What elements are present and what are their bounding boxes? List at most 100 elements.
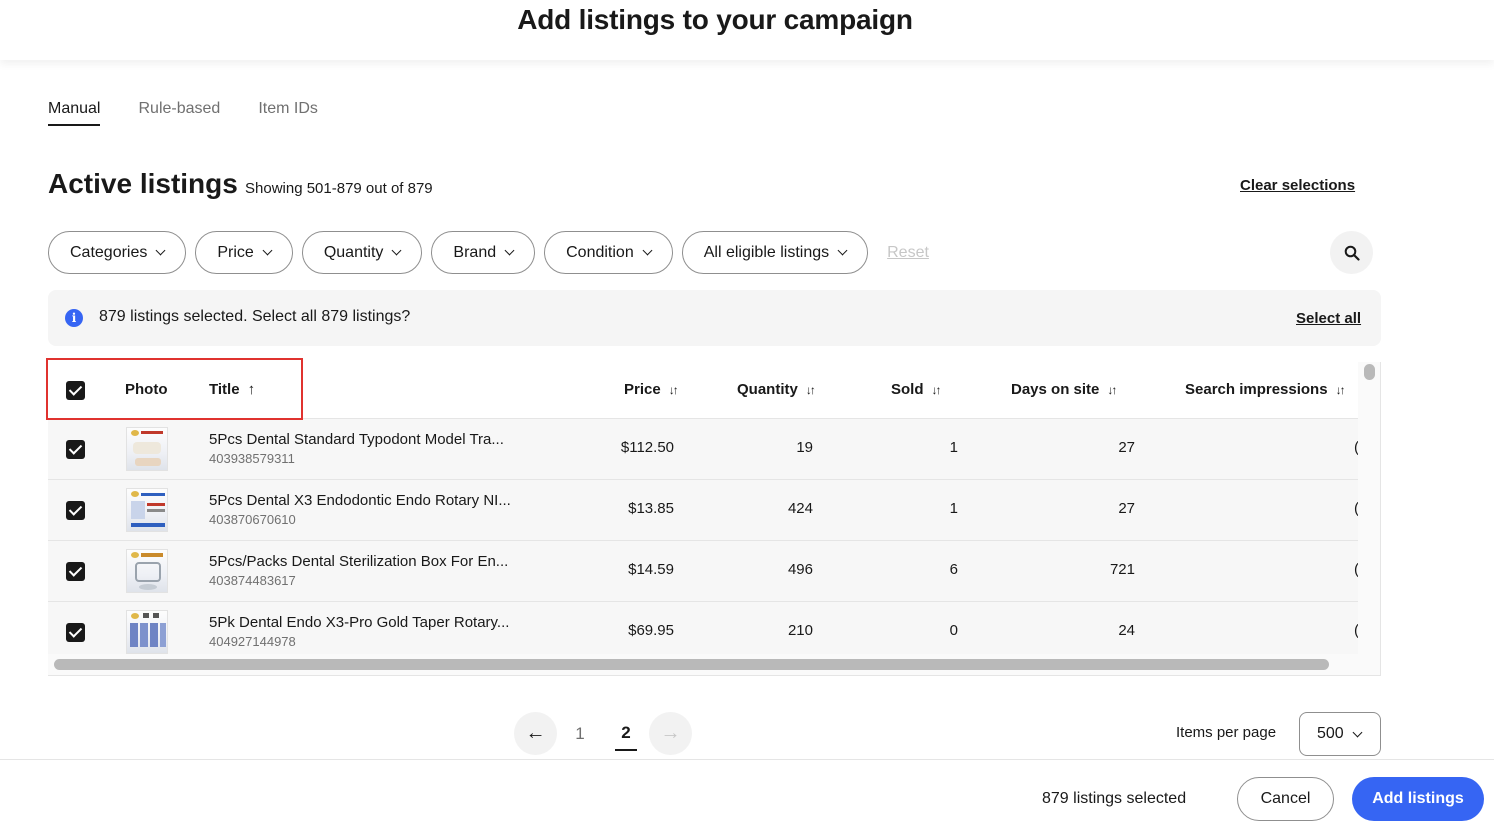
column-photo: Photo [125,381,168,398]
sort-icon: ↓↑ [931,382,942,397]
brand-filter[interactable]: Brand [431,231,536,274]
column-sold-label: Sold [891,381,924,398]
horizontal-scrollbar[interactable] [48,654,1358,675]
listing-title[interactable]: 5Pcs/Packs Dental Sterilization Box For … [209,553,508,570]
listing-days-on-site: 24 [1118,622,1135,639]
info-icon: i [65,309,83,327]
table-header: Photo Title ↑ Price ↓↑ Quantity ↓↑ Sold … [48,362,1358,419]
listing-price: $14.59 [628,561,674,578]
listing-title[interactable]: 5Pk Dental Endo X3-Pro Gold Taper Rotary… [209,614,509,631]
column-title-label: Title [209,381,240,398]
sort-icon: ↓↑ [1335,382,1346,397]
footer-bar: 879 listings selected Cancel Add listing… [0,759,1494,822]
listing-photo [126,488,168,532]
listing-quantity: 19 [796,439,813,456]
selected-count: 879 listings selected [1042,790,1187,807]
row-checkbox[interactable] [66,501,85,520]
horizontal-scrollbar-thumb[interactable] [54,659,1329,670]
column-title[interactable]: Title ↑ [209,381,255,398]
table-row[interactable]: 5Pcs Dental Standard Typodont Model Tra.… [48,419,1359,480]
eligibility-filter[interactable]: All eligible listings [681,231,869,274]
tab-item-ids[interactable]: Item IDs [258,100,318,126]
filter-bar: Categories Price Quantity Brand Conditio… [48,231,929,274]
price-filter[interactable]: Price [195,231,293,274]
items-per-page-select[interactable]: 500 [1299,712,1381,756]
column-price-label: Price [624,381,661,398]
column-search-impressions-label: Search impressions [1185,381,1328,398]
listing-price: $13.85 [628,500,674,517]
listing-title[interactable]: 5Pcs Dental Standard Typodont Model Tra.… [209,431,504,448]
selection-banner-text: 879 listings selected. Select all 879 li… [99,308,411,325]
listing-quantity: 496 [787,561,813,578]
arrow-right-icon: → [660,722,681,744]
column-quantity[interactable]: Quantity ↓↑ [737,381,816,398]
chevron-down-icon [642,245,653,256]
column-price[interactable]: Price ↓↑ [624,381,679,398]
listing-item-id: 403938579311 [209,451,295,466]
listing-photo [126,549,168,593]
quantity-filter-label: Quantity [323,243,384,261]
sort-icon: ↓↑ [668,382,679,397]
selection-banner: i 879 listings selected. Select all 879 … [48,290,1381,346]
reset-link[interactable]: Reset [887,244,929,262]
table-row[interactable]: 5Pcs/Packs Dental Sterilization Box For … [48,541,1359,602]
column-search-impressions[interactable]: Search impressions ↓↑ [1185,381,1346,398]
select-all-link[interactable]: Select all [1296,310,1361,327]
tab-manual[interactable]: Manual [48,100,101,126]
quantity-filter[interactable]: Quantity [301,231,423,274]
categories-filter-label: Categories [70,243,148,261]
tab-rule-based[interactable]: Rule-based [138,100,220,126]
row-checkbox[interactable] [66,623,85,642]
arrow-up-icon: ↑ [247,381,256,398]
listing-sold: 1 [949,500,958,517]
next-page-button[interactable]: → [649,712,692,755]
add-listings-button[interactable]: Add listings [1352,777,1484,821]
items-per-page-label: Items per page [1176,724,1277,741]
listings-table: Photo Title ↑ Price ↓↑ Quantity ↓↑ Sold … [48,362,1381,676]
listing-sold: 6 [949,561,958,578]
previous-page-button[interactable]: ← [514,712,557,755]
page-title: Add listings to your campaign [517,4,913,35]
eligibility-filter-label: All eligible listings [703,243,830,261]
vertical-scrollbar-thumb[interactable] [1364,364,1375,380]
clear-selections-link[interactable]: Clear selections [1240,177,1355,194]
chevron-down-icon [155,245,166,256]
page-1-link[interactable]: 1 [557,724,603,750]
listing-quantity: 210 [787,622,813,639]
items-per-page-value: 500 [1317,725,1344,742]
table-row[interactable]: 5Pcs Dental X3 Endodontic Endo Rotary NI… [48,480,1359,541]
chevron-down-icon [504,245,515,256]
listing-quantity: 424 [787,500,813,517]
page-2-link[interactable]: 2 [615,723,637,751]
pagination: ← 1 2 → [514,712,692,755]
condition-filter-label: Condition [566,243,634,261]
column-days-on-site-label: Days on site [1011,381,1100,398]
column-sold[interactable]: Sold ↓↑ [891,381,942,398]
cancel-button[interactable]: Cancel [1237,777,1334,821]
section-title: Active listings [48,168,238,199]
listing-sold: 0 [949,622,958,639]
column-photo-label: Photo [125,381,168,398]
vertical-scrollbar[interactable] [1358,362,1380,675]
sort-icon: ↓↑ [1107,382,1117,397]
condition-filter[interactable]: Condition [544,231,673,274]
listing-sold: 1 [949,439,958,456]
column-days-on-site[interactable]: Days on site ↓↑ [1011,381,1117,398]
listing-item-id: 403870670610 [209,512,296,527]
arrow-left-icon: ← [525,722,546,744]
categories-filter[interactable]: Categories [48,231,187,274]
listing-photo [126,610,168,654]
listing-item-id: 403874483617 [209,573,296,588]
showing-count: Showing 501-879 out of 879 [245,180,433,197]
search-button[interactable] [1330,231,1373,274]
chevron-down-icon [837,245,848,256]
row-checkbox[interactable] [66,562,85,581]
listing-item-id: 404927144978 [209,634,296,649]
chevron-down-icon [262,245,273,256]
price-filter-label: Price [217,243,254,261]
select-all-checkbox[interactable] [66,381,85,400]
listing-days-on-site: 27 [1118,439,1135,456]
listing-title[interactable]: 5Pcs Dental X3 Endodontic Endo Rotary NI… [209,492,511,509]
row-checkbox[interactable] [66,440,85,459]
chevron-down-icon [1352,727,1363,737]
